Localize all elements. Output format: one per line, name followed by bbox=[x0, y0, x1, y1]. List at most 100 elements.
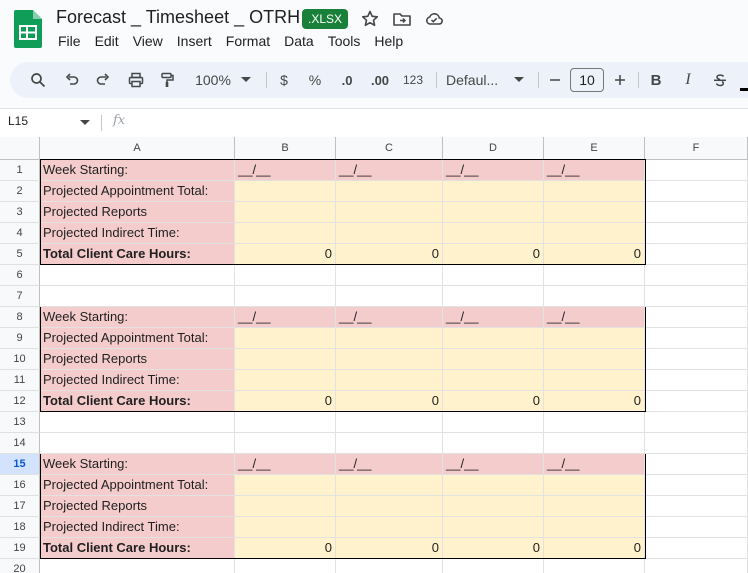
cell-c7[interactable] bbox=[336, 286, 443, 307]
cell-a14[interactable] bbox=[40, 433, 235, 454]
cell-f19[interactable] bbox=[645, 538, 748, 559]
row-label-cell[interactable]: Projected Reports bbox=[40, 202, 235, 223]
cell-f12[interactable] bbox=[645, 391, 748, 412]
row-label-cell[interactable]: Week Starting: bbox=[40, 160, 235, 181]
cell-f20[interactable] bbox=[645, 559, 748, 573]
cell-e20[interactable] bbox=[544, 559, 645, 573]
cell-f18[interactable] bbox=[645, 517, 748, 538]
zoom-value[interactable]: 100% bbox=[192, 62, 234, 98]
search-menus-button[interactable] bbox=[26, 62, 50, 98]
input-cell[interactable] bbox=[544, 181, 645, 202]
cell-c6[interactable] bbox=[336, 265, 443, 286]
row-header-10[interactable]: 10 bbox=[0, 349, 40, 370]
total-hours-cell[interactable]: 0 bbox=[336, 391, 443, 412]
input-cell[interactable] bbox=[235, 349, 336, 370]
row-header-13[interactable]: 13 bbox=[0, 412, 40, 433]
cell-f16[interactable] bbox=[645, 475, 748, 496]
cell-d7[interactable] bbox=[443, 286, 544, 307]
total-hours-cell[interactable]: 0 bbox=[235, 244, 336, 265]
input-cell[interactable] bbox=[336, 517, 443, 538]
undo-button[interactable] bbox=[60, 62, 84, 98]
cell-c13[interactable] bbox=[336, 412, 443, 433]
column-header-f[interactable]: F bbox=[645, 137, 748, 160]
input-cell[interactable] bbox=[336, 349, 443, 370]
input-cell[interactable] bbox=[544, 223, 645, 244]
move-to-folder-icon[interactable] bbox=[392, 9, 412, 29]
total-hours-cell[interactable]: 0 bbox=[544, 391, 645, 412]
row-label-cell[interactable]: Total Client Care Hours: bbox=[40, 538, 235, 559]
percent-format-button[interactable]: % bbox=[305, 62, 325, 98]
cell-b20[interactable] bbox=[235, 559, 336, 573]
row-header-15[interactable]: 15 bbox=[0, 454, 40, 475]
italic-button[interactable]: I bbox=[678, 62, 698, 98]
input-cell[interactable] bbox=[443, 328, 544, 349]
input-cell[interactable] bbox=[443, 181, 544, 202]
week-date-cell[interactable]: __/__ bbox=[336, 454, 443, 475]
star-icon[interactable] bbox=[360, 9, 380, 29]
row-header-4[interactable]: 4 bbox=[0, 223, 40, 244]
input-cell[interactable] bbox=[336, 475, 443, 496]
input-cell[interactable] bbox=[235, 517, 336, 538]
cell-f6[interactable] bbox=[645, 265, 748, 286]
input-cell[interactable] bbox=[544, 475, 645, 496]
week-date-cell[interactable]: __/__ bbox=[336, 307, 443, 328]
input-cell[interactable] bbox=[336, 496, 443, 517]
week-date-cell[interactable]: __/__ bbox=[443, 307, 544, 328]
input-cell[interactable] bbox=[336, 223, 443, 244]
input-cell[interactable] bbox=[235, 328, 336, 349]
cell-c14[interactable] bbox=[336, 433, 443, 454]
caret-down-icon[interactable] bbox=[80, 120, 90, 126]
input-cell[interactable] bbox=[443, 202, 544, 223]
row-header-17[interactable]: 17 bbox=[0, 496, 40, 517]
cell-a7[interactable] bbox=[40, 286, 235, 307]
row-label-cell[interactable]: Projected Indirect Time: bbox=[40, 370, 235, 391]
spreadsheet-grid[interactable]: A B C D E F 1 2 3 4 5 6 7 8 9 10 11 12 13 14 15 16 17 18 19 20 Wee… bbox=[0, 137, 748, 573]
formula-input[interactable] bbox=[140, 113, 740, 133]
input-cell[interactable] bbox=[235, 370, 336, 391]
input-cell[interactable] bbox=[443, 475, 544, 496]
zoom-dropdown-button[interactable] bbox=[238, 62, 254, 98]
print-button[interactable] bbox=[124, 62, 148, 98]
cell-f13[interactable] bbox=[645, 412, 748, 433]
menu-insert[interactable]: Insert bbox=[172, 32, 217, 50]
input-cell[interactable] bbox=[235, 181, 336, 202]
row-label-cell[interactable]: Week Starting: bbox=[40, 454, 235, 475]
row-header-9[interactable]: 9 bbox=[0, 328, 40, 349]
row-label-cell[interactable]: Total Client Care Hours: bbox=[40, 244, 235, 265]
font-size-input[interactable]: 10 bbox=[570, 68, 604, 92]
row-label-cell[interactable]: Projected Indirect Time: bbox=[40, 223, 235, 244]
row-label-cell[interactable]: Projected Indirect Time: bbox=[40, 517, 235, 538]
row-label-cell[interactable]: Projected Appointment Total: bbox=[40, 475, 235, 496]
week-date-cell[interactable]: __/__ bbox=[235, 454, 336, 475]
row-label-cell[interactable]: Projected Appointment Total: bbox=[40, 181, 235, 202]
row-label-cell[interactable]: Projected Reports bbox=[40, 349, 235, 370]
row-header-8[interactable]: 8 bbox=[0, 307, 40, 328]
document-title[interactable]: Forecast _ Timesheet _ OTRH bbox=[56, 7, 300, 28]
cell-d14[interactable] bbox=[443, 433, 544, 454]
row-label-cell[interactable]: Week Starting: bbox=[40, 307, 235, 328]
week-date-cell[interactable]: __/__ bbox=[544, 307, 645, 328]
input-cell[interactable] bbox=[235, 202, 336, 223]
menu-format[interactable]: Format bbox=[221, 32, 275, 50]
total-hours-cell[interactable]: 0 bbox=[235, 538, 336, 559]
week-date-cell[interactable]: __/__ bbox=[544, 160, 645, 181]
input-cell[interactable] bbox=[235, 475, 336, 496]
menu-help[interactable]: Help bbox=[369, 32, 408, 50]
menu-view[interactable]: View bbox=[128, 32, 168, 50]
cell-f5[interactable] bbox=[645, 244, 748, 265]
week-date-cell[interactable]: __/__ bbox=[443, 160, 544, 181]
name-box[interactable]: L15 bbox=[8, 114, 28, 128]
cell-d13[interactable] bbox=[443, 412, 544, 433]
cell-f7[interactable] bbox=[645, 286, 748, 307]
column-header-e[interactable]: E bbox=[544, 137, 645, 160]
cell-f9[interactable] bbox=[645, 328, 748, 349]
input-cell[interactable] bbox=[443, 496, 544, 517]
cell-f15[interactable] bbox=[645, 454, 748, 475]
week-date-cell[interactable]: __/__ bbox=[235, 160, 336, 181]
row-header-3[interactable]: 3 bbox=[0, 202, 40, 223]
week-date-cell[interactable]: __/__ bbox=[336, 160, 443, 181]
bold-button[interactable]: B bbox=[646, 62, 666, 98]
input-cell[interactable] bbox=[544, 349, 645, 370]
menu-tools[interactable]: Tools bbox=[323, 32, 366, 50]
input-cell[interactable] bbox=[235, 223, 336, 244]
